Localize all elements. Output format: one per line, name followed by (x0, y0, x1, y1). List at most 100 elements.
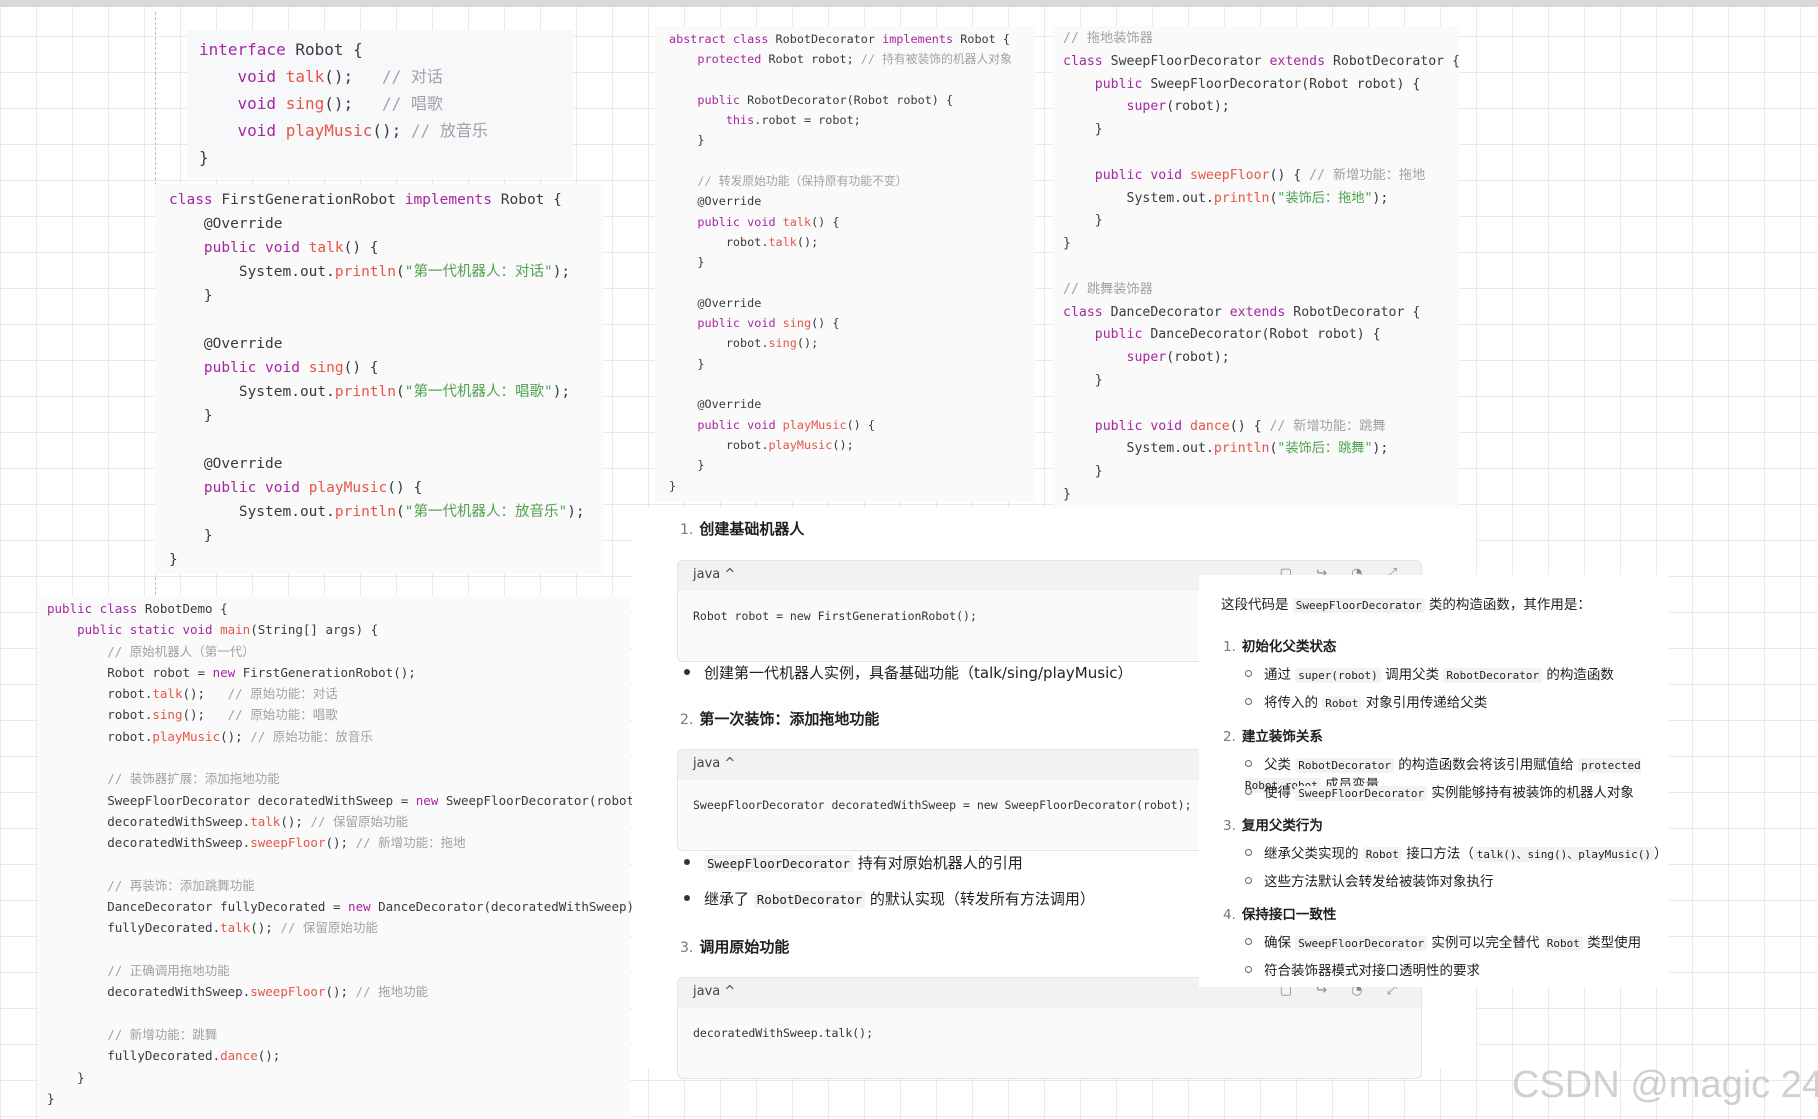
inline-code: talk()、sing()、playMusic() (1473, 847, 1655, 862)
code-line: } (697, 458, 705, 473)
explain-item: 符合装饰器模式对接口透明性的要求 (1245, 959, 1480, 979)
bullet-dot-icon (684, 894, 690, 901)
code-line: interface Robot { (199, 40, 363, 59)
explanation-panel: 这段代码是 SweepFloorDecorator 类的构造函数，其作用是： 1… (1199, 575, 1669, 987)
inline-code: SweepFloorDecorator (1295, 786, 1428, 801)
inline-code: SweepFloorDecorator (1295, 936, 1428, 951)
explain-heading-2: 2. 建立装饰关系 (1223, 725, 1323, 745)
code-line: class FirstGenerationRobot implements Ro… (169, 192, 562, 208)
hollow-bullet-icon (1245, 937, 1252, 945)
step-number: 2. (680, 712, 694, 728)
inline-code: RobotDecorator (1295, 758, 1395, 773)
code-line: } (697, 133, 705, 148)
code-line: class DanceDecorator extends RobotDecora… (1063, 304, 1421, 320)
code-line: SweepFloorDecorator decoratedWithSweep =… (693, 798, 1192, 812)
code-line: Robot robot = new FirstGenerationRobot()… (107, 664, 416, 680)
bullet-dot-icon (684, 858, 690, 865)
text: 调用父类 (1380, 667, 1444, 683)
bullet-text: 创建第一代机器人实例，具备基础功能（talk/sing/playMusic） (704, 664, 1133, 682)
code-line: // 新增功能：跳舞 (107, 1026, 218, 1042)
explain-item: 这些方法默认会转发给被装饰对象执行 (1245, 870, 1494, 890)
text: ） (1654, 846, 1668, 862)
code-line: } (697, 356, 705, 371)
inline-code: SweepFloorDecorator (704, 855, 853, 872)
code-line: public void talk() { (203, 240, 379, 256)
code-line: public void sing() { (203, 360, 379, 376)
text: 的构造函数 (1542, 667, 1614, 683)
text: 类的构造函数，其作用是： (1424, 597, 1591, 613)
code-line: @Override (697, 295, 762, 310)
code-line: protected Robot robot; // 持有被装饰的机器人对象 (697, 52, 1012, 67)
code-line: System.out.println("装饰后：拖地"); (1126, 190, 1389, 206)
code-line: SweepFloorDecorator decoratedWithSweep =… (107, 792, 650, 808)
code-line: robot.playMusic(); // 原始功能：放音乐 (107, 728, 373, 744)
code-line: robot.playMusic(); (725, 437, 854, 452)
list-number: 4. (1223, 907, 1236, 923)
code-line: fullyDecorated.dance(); (107, 1048, 281, 1064)
code-robot-interface: interface Robot { void talk(); // 对话 voi… (187, 30, 573, 178)
text: 实例可以完全替代 (1427, 935, 1544, 951)
code-line: // 跳舞装饰器 (1063, 281, 1153, 297)
text: 符合装饰器模式对接口透明性的要求 (1264, 963, 1480, 979)
step-number: 1. (680, 522, 694, 538)
step-title: 第一次装饰：添加拖地功能 (699, 710, 880, 728)
inline-code: Robot (1322, 696, 1362, 711)
language-toggle[interactable]: java ^ (693, 756, 735, 771)
text: 实例能够持有被装饰的机器人对象 (1427, 785, 1634, 801)
code-line: } (203, 288, 213, 304)
step-2-heading: 2. 第一次装饰：添加拖地功能 (680, 708, 879, 729)
bullet-item: SweepFloorDecorator 持有对原始机器人的引用 (684, 852, 1023, 873)
code-line: public class RobotDemo { (47, 601, 228, 616)
text: 这些方法默认会转发给被装饰对象执行 (1264, 874, 1494, 890)
code-line: System.out.println("第一代机器人：放音乐"); (238, 504, 585, 520)
code-line: @Override (203, 336, 283, 352)
code-line: abstract class RobotDecorator implements… (669, 32, 1010, 46)
heading-title: 建立装饰关系 (1241, 729, 1323, 745)
code-line: robot.sing(); (725, 336, 819, 351)
explain-item: 通过 super(robot) 调用父类 RobotDecorator 的构造函… (1245, 663, 1614, 683)
code-line: } (47, 1090, 55, 1106)
bullet-dot-icon (684, 668, 690, 675)
code-line: public SweepFloorDecorator(Robot robot) … (1094, 76, 1421, 92)
text: 这段代码是 (1221, 597, 1293, 613)
code-line: super(robot); (1126, 99, 1230, 115)
code-line: // 正确调用拖地功能 (107, 963, 230, 979)
code-line: public static void main(String[] args) { (77, 622, 379, 638)
code-line: robot.sing(); // 原始功能：唱歌 (107, 707, 338, 723)
code-block-3: java ^ ▢ ↪ ◔ ⤢ decoratedWithSweep.talk()… (677, 977, 1422, 1079)
code-line: // 装饰器扩展：添加拖地功能 (107, 771, 280, 787)
code-line: } (1094, 372, 1103, 388)
text: 通过 (1264, 667, 1296, 683)
code-line: this.robot = robot; (725, 113, 861, 128)
code-line: super(robot); (1126, 350, 1230, 366)
code-line: @Override (203, 216, 283, 232)
code-robot-decorator: abstract class RobotDecorator implements… (655, 26, 1035, 502)
bullet-item: 继承了 RobotDecorator 的默认实现（转发所有方法调用） (684, 888, 1095, 909)
text: 确保 (1264, 935, 1296, 951)
inline-code: Robot (1362, 847, 1402, 862)
bullet-text: 的默认实现（转发所有方法调用） (865, 890, 1095, 908)
csdn-watermark: CSDN @magic 245 (1512, 1064, 1818, 1106)
code-line: void talk(); // 对话 (237, 67, 443, 86)
code-line: decoratedWithSweep.talk(); (693, 1026, 873, 1040)
code-line: } (1063, 486, 1071, 502)
code-line: // 原始机器人（第一代） (107, 643, 255, 659)
code-line: } (199, 148, 209, 167)
code-line: } (1094, 122, 1103, 138)
hollow-bullet-icon (1245, 669, 1252, 677)
explain-item: 将传入的 Robot 对象引用传递给父类 (1245, 691, 1487, 711)
hollow-bullet-icon (1245, 876, 1252, 884)
text: 父类 (1264, 757, 1296, 773)
language-toggle[interactable]: java ^ (693, 984, 735, 999)
code-line: Robot robot = new FirstGenerationRobot()… (693, 609, 977, 623)
text: 使得 (1264, 785, 1296, 801)
inline-code: SweepFloorDecorator (1292, 598, 1425, 613)
code-line: } (669, 478, 677, 493)
code-line: class SweepFloorDecorator extends RobotD… (1063, 53, 1461, 69)
language-toggle[interactable]: java ^ (693, 567, 735, 582)
code-line: void playMusic(); // 放音乐 (237, 121, 488, 140)
